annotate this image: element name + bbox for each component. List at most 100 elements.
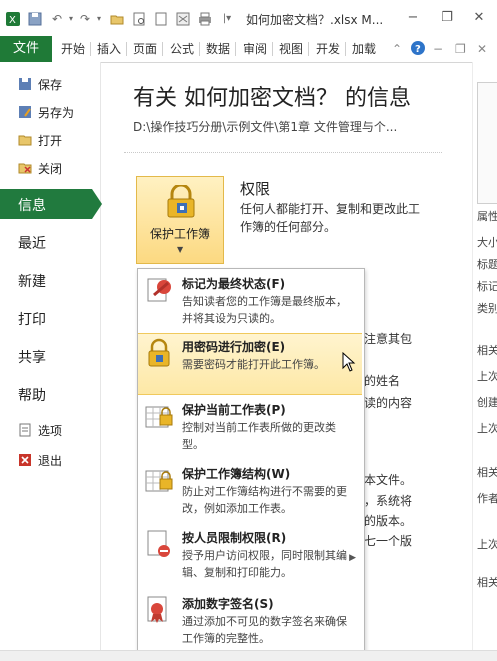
menu-item-title: 用密码进行加密(E): [182, 340, 286, 354]
menu-item-desc: 通过添加不可见的数字签名来确保工作簿的完整性。: [182, 615, 347, 645]
tab-data[interactable]: 数据: [206, 36, 230, 62]
tab-view[interactable]: 视图: [279, 36, 303, 62]
bg-text-fragment: 本文件。: [364, 473, 413, 487]
excel-app-icon[interactable]: X: [6, 12, 20, 26]
bg-text-fragment: 的姓名: [364, 374, 401, 388]
nav-save-as-label: 另存为: [38, 106, 75, 120]
document-thumbnail: [477, 82, 497, 204]
menu-item-title: 添加数字签名(S): [182, 597, 274, 611]
bg-text-fragment: 读的内容: [364, 396, 413, 410]
open-folder-icon[interactable]: [110, 12, 124, 26]
prop-label: 上次: [477, 422, 497, 435]
prop-label: 作者: [477, 492, 497, 505]
nav-options[interactable]: 选项: [18, 422, 62, 439]
mouse-cursor-icon: [342, 351, 356, 375]
properties-label: 属性: [477, 210, 497, 223]
customize-qat-icon[interactable]: |▾: [220, 12, 234, 26]
nav-save[interactable]: 保存: [18, 76, 62, 93]
prop-label: 大小: [477, 236, 497, 249]
title-bar: X ↶ ▾ ↷ ▾ |▾ 如何加密文档？.xlsx M... − ❐ ✕: [0, 0, 497, 37]
open-folder-icon: [18, 133, 32, 147]
redo-icon[interactable]: ↷: [78, 12, 92, 26]
doc-close-button[interactable]: ✕: [477, 36, 487, 62]
mark-final-icon: [144, 275, 174, 305]
bg-text-fragment: 注意其包: [364, 332, 413, 346]
menu-item-title: 保护工作簿结构(W): [182, 467, 291, 481]
close-window-button[interactable]: ✕: [468, 10, 490, 26]
tab-addins[interactable]: 加载: [352, 36, 376, 62]
tab-review[interactable]: 审阅: [243, 36, 267, 62]
form-icon[interactable]: [176, 12, 190, 26]
menu-item-mark-as-final[interactable]: 标记为最终状态(F) 告知读者您的工作簿是最终版本，并将其设为只读的。: [138, 271, 362, 331]
save-as-icon: [18, 105, 32, 119]
restrict-permission-icon: [144, 529, 174, 559]
doc-restore-button[interactable]: ❐: [455, 36, 466, 62]
menu-item-protect-sheet[interactable]: 保护当前工作表(P) 控制对当前工作表所做的更改类型。: [138, 397, 362, 457]
nav-info[interactable]: [0, 189, 92, 219]
protect-structure-icon: [144, 465, 174, 495]
menu-item-add-signature[interactable]: 添加数字签名(S) 通过添加不可见的数字签名来确保工作簿的完整性。: [138, 591, 362, 653]
prop-label: 上次: [477, 370, 497, 383]
submenu-arrow-icon: ▶: [349, 553, 356, 563]
nav-open[interactable]: 打开: [18, 132, 62, 149]
related-label: 相关: [477, 466, 497, 479]
menu-item-desc: 控制对当前工作表所做的更改类型。: [182, 421, 336, 451]
related-label: 相关: [477, 344, 497, 357]
page-title: 有关 如何加密文档？ 的信息: [133, 86, 411, 111]
menu-item-encrypt-with-password[interactable]: 用密码进行加密(E) 需要密码才能打开此工作簿。: [138, 333, 362, 395]
nav-close[interactable]: 关闭: [18, 160, 62, 177]
protect-workbook-button[interactable]: 保护工作簿 ▼: [136, 176, 224, 264]
nav-recent[interactable]: 最近: [18, 233, 46, 253]
undo-icon[interactable]: ↶: [50, 12, 64, 26]
menu-item-protect-structure[interactable]: 保护工作簿结构(W) 防止对工作簿结构进行不需要的更改，例如添加工作表。: [138, 461, 362, 521]
collapse-ribbon-icon[interactable]: ⌃: [392, 36, 402, 62]
nav-new[interactable]: 新建: [18, 271, 46, 291]
menu-item-desc: 告知读者您的工作簿是最终版本，并将其设为只读的。: [182, 295, 347, 325]
nav-exit-label: 退出: [38, 454, 63, 468]
properties-panel: 属性 大小 标题 标记 类别 相关 上次 创建 上次 相关 作者 上次 相关: [472, 62, 497, 660]
close-folder-icon: [18, 161, 32, 175]
tab-home[interactable]: 开始: [61, 36, 85, 62]
save-icon[interactable]: [28, 12, 42, 26]
permissions-heading: 权限: [240, 180, 271, 198]
tab-formulas[interactable]: 公式: [170, 36, 194, 62]
menu-item-title: 保护当前工作表(P): [182, 403, 286, 417]
svg-text:?: ?: [415, 44, 421, 55]
nav-save-as[interactable]: 另存为: [18, 104, 74, 121]
tab-file[interactable]: 文件: [0, 36, 52, 62]
bg-text-fragment: 的版本。: [364, 514, 413, 528]
nav-save-label: 保存: [38, 78, 63, 92]
redo-dropdown-icon[interactable]: ▾: [92, 12, 106, 26]
doc-minimize-button[interactable]: −: [433, 36, 443, 62]
new-document-icon[interactable]: [154, 12, 168, 26]
prop-label: 标记: [477, 280, 497, 293]
prop-label: 创建: [477, 396, 497, 409]
nav-help[interactable]: 帮助: [18, 385, 46, 405]
protect-sheet-icon: [144, 401, 174, 431]
nav-share[interactable]: 共享: [18, 347, 46, 367]
prop-label: 标题: [477, 258, 497, 271]
tab-developer[interactable]: 开发: [316, 36, 340, 62]
nav-exit[interactable]: 退出: [18, 452, 62, 469]
nav-close-label: 关闭: [38, 162, 63, 176]
nav-info-label: 信息: [18, 198, 46, 214]
digital-signature-icon: [144, 595, 174, 625]
tab-insert[interactable]: 插入: [97, 36, 121, 62]
restore-button[interactable]: ❐: [436, 10, 458, 26]
minimize-button[interactable]: −: [402, 10, 424, 26]
help-icon[interactable]: ?: [410, 36, 426, 62]
save-icon: [18, 77, 32, 91]
menu-item-desc: 防止对工作簿结构进行不需要的更改，例如添加工作表。: [182, 485, 347, 515]
undo-dropdown-icon[interactable]: ▾: [64, 12, 78, 26]
horizontal-scrollbar[interactable]: [0, 650, 497, 661]
menu-item-restrict-permission[interactable]: 按人员限制权限(R) 授予用户访问权限，同时限制其编辑、复制和打印能力。 ▶: [138, 525, 362, 589]
tab-page-layout[interactable]: 页面: [133, 36, 157, 62]
print-preview-icon[interactable]: [132, 12, 146, 26]
nav-print[interactable]: 打印: [18, 309, 46, 329]
divider: [124, 152, 442, 153]
protect-workbook-label: 保护工作簿: [149, 227, 210, 241]
chevron-down-icon: ▼: [177, 245, 184, 254]
file-path[interactable]: D:\操作技巧分册\示例文件\第1章 文件管理与个...: [133, 118, 397, 135]
backstage-nav: 保存 另存为 打开 关闭 信息 最近 新建 打印 共享 帮助 选项 退出: [0, 62, 102, 660]
printer-icon[interactable]: [198, 12, 212, 26]
